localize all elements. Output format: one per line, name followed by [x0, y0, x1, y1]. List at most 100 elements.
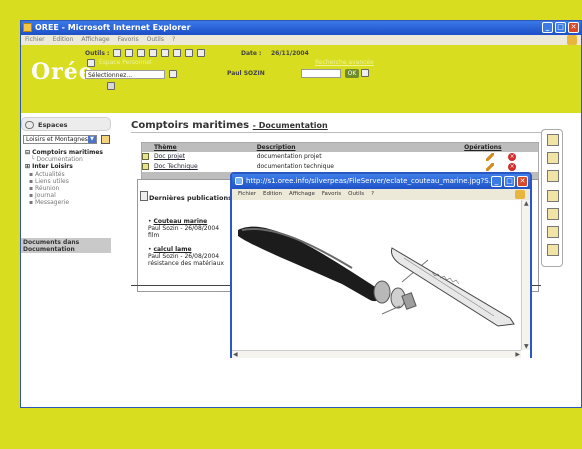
popup-title: http://s1.oree.info/silverpeas/FileServe… [246, 177, 496, 185]
publication-item: • Couteau marine Paul Sozin - 26/08/2004… [148, 218, 220, 239]
ie-icon [23, 23, 32, 32]
validate-icon[interactable] [547, 244, 559, 256]
menu-fichier[interactable]: Fichier [25, 35, 45, 45]
scroll-left-arrow[interactable]: ◀ [233, 351, 238, 358]
advanced-search-link[interactable]: Recherche avancée [315, 59, 374, 66]
search-ok-button[interactable]: OK [345, 69, 359, 78]
edit-icon[interactable] [486, 162, 495, 171]
home-icon[interactable] [169, 70, 177, 78]
close-button[interactable]: ✕ [568, 22, 579, 33]
alert-icon[interactable] [125, 49, 133, 57]
tree-item-reunion[interactable]: ▪ Réunion [25, 185, 103, 192]
popup-horizontal-scrollbar[interactable]: ◀ ▶ [232, 350, 521, 358]
col-description[interactable]: Description [257, 143, 464, 152]
help-icon[interactable] [161, 49, 169, 57]
mail-icon[interactable] [113, 49, 121, 57]
menu-favoris[interactable]: Favoris [118, 35, 139, 45]
scroll-down-arrow[interactable]: ▼ [524, 343, 529, 350]
agenda-icon[interactable] [137, 49, 145, 57]
copy-icon[interactable] [547, 208, 559, 220]
windows-logo-icon [515, 190, 525, 199]
tree-item-actualites[interactable]: ▪ Actualités [25, 171, 103, 178]
edit-icon[interactable] [486, 152, 495, 161]
menu-affichage[interactable]: Affichage [81, 35, 109, 45]
menu-outils[interactable]: Outils [147, 35, 164, 45]
export-icon[interactable] [547, 226, 559, 238]
collapse-icon[interactable] [107, 82, 115, 90]
theme-link[interactable]: Doc projet [154, 152, 257, 162]
popup-menu-help[interactable]: ? [371, 189, 374, 200]
menu-help[interactable]: ? [172, 35, 175, 45]
date-label: Date : [241, 50, 262, 57]
bookmarks-icon[interactable] [185, 49, 193, 57]
theme-link[interactable]: Doc Technique [154, 162, 257, 172]
ie-icon [235, 177, 243, 185]
scroll-up-arrow[interactable]: ▲ [524, 200, 529, 207]
sidebar: Espaces Collaboratifs Loisirs et Montagn… [21, 117, 111, 257]
space-dropdown[interactable]: Loisirs et Montagnes ▼ [23, 135, 97, 144]
new-folder-icon[interactable] [547, 134, 559, 146]
col-theme[interactable]: Thème [154, 143, 257, 152]
menu-edition[interactable]: Edition [53, 35, 74, 45]
clipboard-icon[interactable] [197, 49, 205, 57]
scroll-right-arrow[interactable]: ▶ [515, 351, 520, 358]
browser-title: OREE - Microsoft Internet Explorer [35, 23, 191, 32]
popup-menu-outils[interactable]: Outils [348, 189, 364, 200]
tree-item-messagerie[interactable]: ▪ Messagerie [25, 199, 103, 206]
tree-item-journal[interactable]: ▪ Journal [25, 192, 103, 199]
popup-close-button[interactable]: ✕ [517, 176, 528, 187]
spaces-icon [25, 121, 34, 129]
right-toolbar [541, 129, 563, 267]
popup-menu-affichage[interactable]: Affichage [289, 189, 315, 200]
tree-item-documentation[interactable]: └ Documentation [25, 156, 103, 163]
description-cell: documentation projet [256, 153, 322, 160]
search-input[interactable] [301, 69, 341, 78]
publications-icon [140, 191, 148, 201]
browser-menubar: Fichier Edition Affichage Favoris Outils… [21, 35, 581, 45]
folder-icon [142, 153, 149, 160]
tree-item-inter-loisirs[interactable]: ⊞ Inter Loisirs [25, 163, 103, 170]
popup-minimize-button[interactable]: _ [491, 176, 502, 187]
tasks-icon[interactable] [173, 49, 181, 57]
date-value: 26/11/2004 [271, 50, 309, 57]
popup-menubar: Fichier Edition Affichage Favoris Outils… [232, 189, 530, 200]
collaborative-spaces-header[interactable]: Espaces Collaboratifs [21, 117, 111, 143]
windows-logo-icon [567, 35, 577, 45]
table-row: Doc Technique documentation technique × [142, 162, 538, 172]
contacts-icon[interactable] [149, 49, 157, 57]
popup-menu-fichier[interactable]: Fichier [238, 189, 256, 200]
permissions-icon[interactable] [547, 170, 559, 182]
add-document-icon[interactable] [547, 152, 559, 164]
popup-titlebar: http://s1.oree.info/silverpeas/FileServe… [232, 174, 530, 189]
table-header: Thème Description Opérations [142, 143, 538, 152]
popup-menu-favoris[interactable]: Favoris [322, 189, 341, 200]
publication-link[interactable]: calcul lame [153, 246, 191, 253]
chevron-down-icon: ▼ [88, 136, 96, 143]
documents-footer: Documents dans Documentation [21, 238, 111, 253]
publication-link[interactable]: Couteau marine [153, 218, 207, 225]
publication-item: • calcul lame Paul Sozin - 26/08/2004 ré… [148, 246, 224, 267]
delete-icon[interactable]: × [508, 152, 517, 161]
move-icon[interactable] [547, 190, 559, 202]
popup-vertical-scrollbar[interactable]: ▲ ▼ [521, 200, 530, 350]
maximize-button[interactable]: □ [555, 22, 566, 33]
table-row: Doc projet documentation projet × [142, 152, 538, 162]
page-title: Comptoirs maritimes - Documentation [131, 120, 328, 131]
col-operations: Opérations [464, 144, 502, 151]
publications-title: Dernières publications [149, 194, 232, 202]
page-subtitle: - Documentation [252, 121, 328, 130]
popup-image-area: ▲ ▼ ◀ ▶ [232, 200, 530, 358]
space-select[interactable]: Sélectionnez... [85, 70, 165, 79]
tree-item-liens[interactable]: ▪ Liens utiles [25, 178, 103, 185]
title-divider [131, 132, 541, 133]
popup-maximize-button[interactable]: □ [504, 176, 515, 187]
knife-exploded-view-image [238, 226, 515, 327]
popup-menu-edition[interactable]: Edition [263, 189, 282, 200]
personal-space-icon[interactable] [87, 59, 95, 67]
minimize-button[interactable]: _ [542, 22, 553, 33]
personal-space-label[interactable]: Espace Personnel [99, 59, 152, 66]
home-icon[interactable] [101, 135, 110, 144]
delete-icon[interactable]: × [508, 162, 517, 171]
user-name: Paul SOZIN [227, 70, 265, 77]
search-help-icon[interactable] [361, 69, 369, 77]
